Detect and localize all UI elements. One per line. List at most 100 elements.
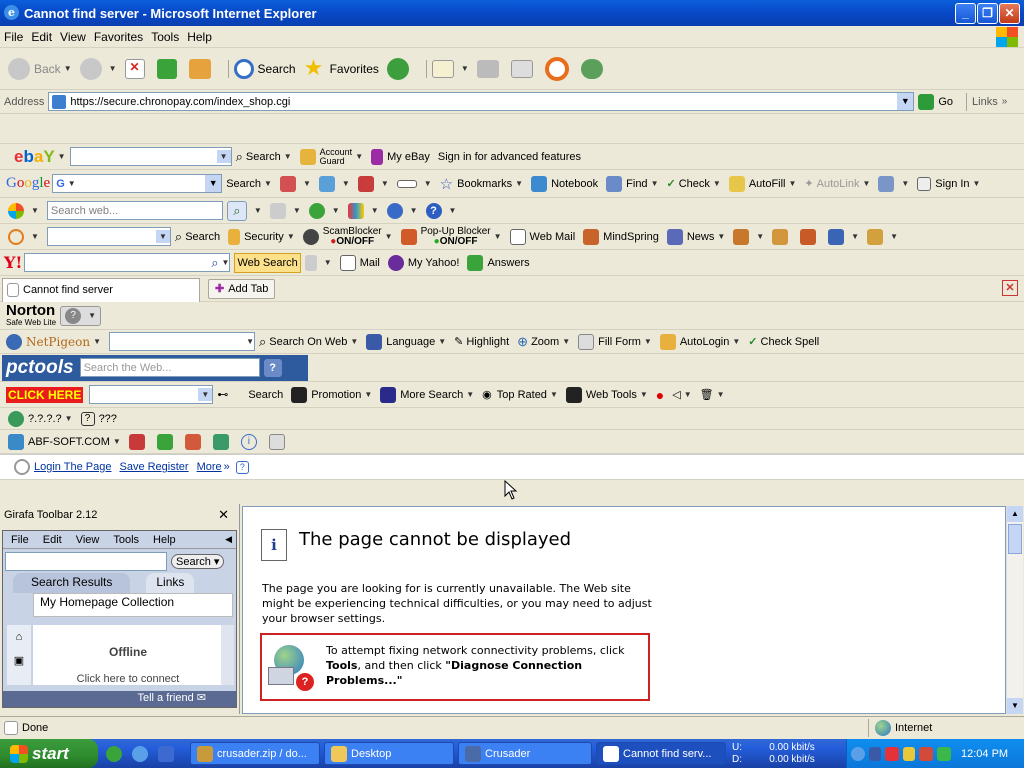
msn-tool-2-button[interactable]: ▼: [308, 201, 340, 221]
google-tool-3-button[interactable]: ▼: [357, 174, 389, 194]
go-button[interactable]: Go: [918, 92, 953, 112]
menu-help[interactable]: Help: [187, 27, 212, 47]
norton-menu-button[interactable]: ? ▼: [60, 305, 102, 326]
msn-tool-3-button[interactable]: ▼: [347, 201, 379, 221]
minimize-button[interactable]: _: [955, 3, 976, 24]
autologin-button[interactable]: AutoLogin ▼: [659, 332, 740, 352]
record-button[interactable]: ●: [656, 385, 664, 405]
task-crusader-zip[interactable]: crusader.zip / do...: [190, 742, 320, 765]
msn-menu-button[interactable]: ▼: [8, 201, 39, 221]
help-icon[interactable]: ?: [263, 358, 282, 377]
tray-ebay-icon[interactable]: [885, 746, 899, 761]
girafa-search-button[interactable]: Search ▾: [171, 553, 225, 569]
utorrent-icon[interactable]: [106, 745, 122, 762]
norton-logo-icon[interactable]: Norton Safe Web Lite: [6, 302, 56, 329]
ebay-search-input[interactable]: ▼: [69, 147, 232, 166]
top-rated-button[interactable]: ◉ Top Rated ▼: [482, 385, 558, 405]
language-button[interactable]: Language ▼: [366, 332, 446, 352]
print-button[interactable]: [476, 59, 503, 79]
check-button[interactable]: ✓ Check ▼: [666, 174, 720, 194]
abf-tool-2-button[interactable]: [156, 432, 177, 452]
address-dropdown-icon[interactable]: ▼: [897, 93, 914, 110]
stop-button[interactable]: ✕: [124, 58, 149, 79]
girafa-collapse-icon[interactable]: ◀: [225, 534, 232, 545]
forward-button[interactable]: ▼: [79, 57, 117, 80]
earthlink-menu-button[interactable]: ▼: [8, 227, 39, 247]
clickhere-search-input[interactable]: ▼: [89, 385, 214, 404]
binoculars-icon[interactable]: ⊷: [217, 385, 228, 405]
more-link[interactable]: More: [197, 457, 222, 477]
settings-button[interactable]: ▼: [878, 174, 909, 194]
popup-blocker-button[interactable]: Pop-Up Blocker ●ON/OFF ▼: [400, 226, 502, 247]
close-tab-icon[interactable]: ✕: [1002, 280, 1018, 296]
task-desktop[interactable]: Desktop: [324, 742, 454, 765]
earthlink-tool-2-button[interactable]: [772, 227, 792, 247]
maximize-button[interactable]: ❐: [977, 3, 998, 24]
google-tool-2-button[interactable]: ▼: [318, 174, 350, 194]
history-button[interactable]: [386, 57, 413, 80]
yahoo-tool-button[interactable]: ▼: [304, 253, 332, 273]
menu-favorites[interactable]: Favorites: [94, 27, 143, 47]
save-register-link[interactable]: Save Register: [119, 457, 188, 477]
edit-button[interactable]: [510, 59, 537, 79]
msn-search-button[interactable]: ⌕ ▼: [226, 200, 262, 221]
unknown-menu-button[interactable]: ?.?.?.? ▼: [8, 409, 73, 429]
ie-quicklaunch-icon[interactable]: [132, 745, 148, 762]
links-button[interactable]: Links: [972, 92, 998, 112]
web-tools-button[interactable]: Web Tools ▼: [565, 385, 648, 405]
help-icon[interactable]: ?: [235, 460, 249, 474]
pane-close-icon[interactable]: ✕: [218, 507, 229, 523]
pctools-search-input[interactable]: Search the Web...: [79, 358, 260, 377]
yahoo-mail-button[interactable]: Mail: [339, 253, 380, 273]
page-scrollbar[interactable]: ▲ ▼: [1006, 506, 1023, 714]
zoom-button[interactable]: ⊕ Zoom ▼: [517, 332, 570, 352]
menu-view[interactable]: View: [60, 27, 86, 47]
address-input[interactable]: https://secure.chronopay.com/index_shop.…: [48, 92, 915, 111]
tab-links[interactable]: Links: [146, 573, 195, 593]
abf-chat-button[interactable]: [268, 432, 289, 452]
notebook-button[interactable]: Notebook: [531, 174, 598, 194]
earthlink-tool-4-button[interactable]: ▼: [828, 227, 859, 247]
google-tool-4-button[interactable]: ▼: [396, 174, 432, 194]
refresh-button[interactable]: [156, 58, 181, 79]
account-guard-button[interactable]: Account Guard ▼: [299, 147, 363, 167]
tray-app-icon[interactable]: [937, 746, 951, 761]
earthlink-tool-1-button[interactable]: ▼: [733, 227, 764, 247]
msn-search-input[interactable]: Search web...: [46, 201, 223, 220]
volume-button[interactable]: ◁ ▼: [672, 385, 691, 405]
news-button[interactable]: News ▼: [666, 227, 725, 247]
abf-tool-1-button[interactable]: [128, 432, 149, 452]
menu-tools[interactable]: Tools: [151, 27, 179, 47]
homepage-collection[interactable]: My Homepage Collection: [33, 593, 233, 617]
scroll-down-icon[interactable]: ▼: [1007, 698, 1023, 714]
pages-icon[interactable]: ▣: [7, 649, 31, 673]
yahoo-search-input[interactable]: ⌕ ▼: [24, 253, 231, 272]
tab-current[interactable]: Cannot find server: [2, 277, 200, 302]
more-chevron-icon[interactable]: »: [224, 461, 230, 473]
menu-edit[interactable]: Edit: [31, 27, 52, 47]
answers-button[interactable]: Answers: [467, 253, 530, 273]
pctools-logo-icon[interactable]: pctools: [6, 357, 74, 379]
back-button[interactable]: Back ▼: [8, 57, 72, 80]
yahoo-web-search-button[interactable]: Web Search: [234, 252, 301, 273]
more-search-button[interactable]: More Search ▼: [380, 385, 474, 405]
girafa-menu-edit[interactable]: Edit: [43, 534, 62, 546]
scroll-thumb[interactable]: [1008, 524, 1022, 554]
girafa-menu-view[interactable]: View: [76, 534, 100, 546]
autolink-button[interactable]: ✦ AutoLink ▼: [804, 174, 870, 194]
task-crusader[interactable]: Crusader: [458, 742, 592, 765]
mail-button[interactable]: ▼: [431, 59, 469, 79]
tray-shield-icon[interactable]: [869, 746, 881, 761]
autofill-button[interactable]: AutoFill ▼: [728, 174, 796, 194]
tray-network-icon[interactable]: [919, 746, 933, 761]
close-button[interactable]: ✕: [999, 3, 1020, 24]
yahoo-logo-icon[interactable]: Y!: [4, 253, 22, 273]
google-tool-1-button[interactable]: ▼: [279, 174, 311, 194]
earthlink-tool-3-button[interactable]: [800, 227, 820, 247]
google-search-button[interactable]: Search ▼: [226, 174, 272, 194]
favorites-button[interactable]: ★ Favorites: [304, 56, 379, 79]
earthlink-tool-5-button[interactable]: ▼: [867, 227, 898, 247]
mindspring-button[interactable]: MindSpring: [583, 227, 659, 247]
girafa-menu-file[interactable]: File: [11, 534, 29, 546]
connect-link[interactable]: Click here to connect: [33, 673, 223, 683]
